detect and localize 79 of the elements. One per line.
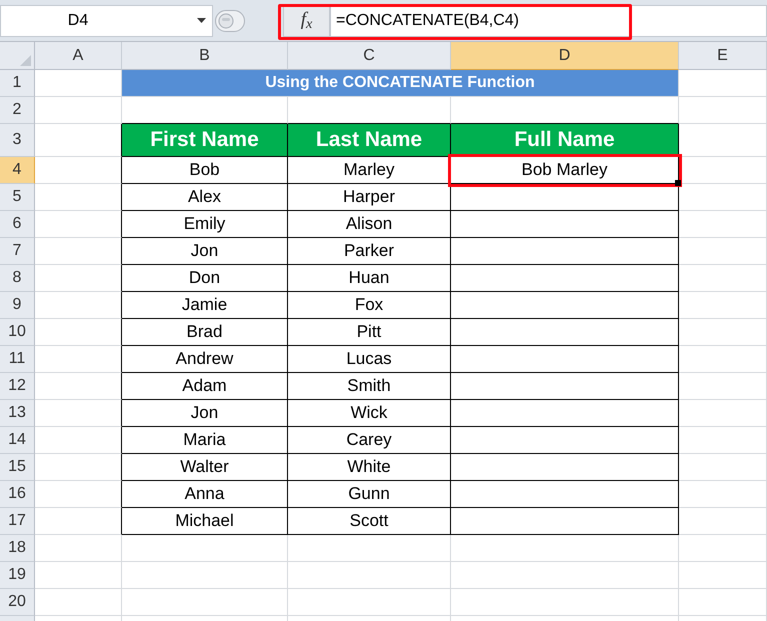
empty-cell[interactable] bbox=[451, 184, 679, 211]
table-cell: Fox bbox=[288, 292, 451, 319]
table-cell: Bob Marley bbox=[451, 157, 679, 184]
insert-function-button[interactable]: f$_{x}$ bbox=[283, 4, 330, 36]
table-cell: Adam bbox=[122, 373, 288, 400]
table-cell: Harper bbox=[288, 184, 451, 211]
caret-icon[interactable] bbox=[197, 18, 206, 23]
column-header[interactable]: E bbox=[679, 42, 767, 70]
table-cell: Jon bbox=[122, 400, 288, 427]
empty-cell[interactable] bbox=[451, 400, 679, 427]
table-cell: Emily bbox=[122, 211, 288, 238]
empty-cell[interactable] bbox=[451, 265, 679, 292]
table-cell: Scott bbox=[288, 508, 451, 535]
table-cell: Alex bbox=[122, 184, 288, 211]
empty-cell[interactable] bbox=[451, 319, 679, 346]
row-header[interactable]: 4 bbox=[0, 157, 35, 184]
row-header[interactable]: 3 bbox=[0, 124, 35, 157]
row-header[interactable]: 1 bbox=[0, 70, 35, 97]
empty-cell[interactable] bbox=[451, 211, 679, 238]
empty-cell[interactable] bbox=[451, 508, 679, 535]
table-cell: Carey bbox=[288, 427, 451, 454]
formula-field[interactable]: =CONCATENATE(B4,C4) bbox=[330, 4, 767, 36]
empty-cell[interactable] bbox=[451, 373, 679, 400]
table-cell: Brad bbox=[122, 319, 288, 346]
select-all-button[interactable] bbox=[0, 42, 35, 70]
row-header[interactable]: 2 bbox=[0, 97, 35, 124]
table-cell: Huan bbox=[288, 265, 451, 292]
row-header[interactable]: 11 bbox=[0, 346, 35, 373]
row-header[interactable]: 20 bbox=[0, 589, 35, 616]
name-box[interactable]: D4 bbox=[0, 4, 213, 36]
triangle-icon bbox=[20, 55, 31, 66]
row-header[interactable]: 19 bbox=[0, 562, 35, 589]
empty-cell[interactable] bbox=[451, 454, 679, 481]
row-header[interactable]: 7 bbox=[0, 238, 35, 265]
table-cell: Anna bbox=[122, 481, 288, 508]
row-header[interactable]: 13 bbox=[0, 400, 35, 427]
column-heading: Last Name bbox=[288, 124, 451, 157]
column-heading: Full Name bbox=[451, 124, 679, 157]
table-cell: Wick bbox=[288, 400, 451, 427]
table-cell: Smith bbox=[288, 373, 451, 400]
empty-cell[interactable] bbox=[451, 346, 679, 373]
empty-cell[interactable] bbox=[451, 427, 679, 454]
row-header[interactable]: 8 bbox=[0, 265, 35, 292]
column-header[interactable]: A bbox=[35, 42, 122, 70]
table-cell: Jon bbox=[122, 238, 288, 265]
table-cell: Gunn bbox=[288, 481, 451, 508]
row-header[interactable]: 18 bbox=[0, 535, 35, 562]
table-cell: Pitt bbox=[288, 319, 451, 346]
column-header[interactable]: B bbox=[122, 42, 288, 70]
table-cell: Maria bbox=[122, 427, 288, 454]
resize-handle-icon[interactable] bbox=[215, 10, 245, 32]
row-header[interactable]: 14 bbox=[0, 427, 35, 454]
table-cell: Don bbox=[122, 265, 288, 292]
empty-cell[interactable] bbox=[451, 292, 679, 319]
row-header[interactable]: 16 bbox=[0, 481, 35, 508]
row-header[interactable]: 9 bbox=[0, 292, 35, 319]
column-header[interactable]: D bbox=[451, 42, 679, 70]
row-header[interactable]: 6 bbox=[0, 211, 35, 238]
table-cell: Michael bbox=[122, 508, 288, 535]
column-header[interactable]: C bbox=[288, 42, 451, 70]
table-cell: Walter bbox=[122, 454, 288, 481]
fill-handle[interactable] bbox=[675, 180, 681, 186]
column-heading: First Name bbox=[122, 124, 288, 157]
table-cell: Marley bbox=[288, 157, 451, 184]
table-cell: Andrew bbox=[122, 346, 288, 373]
table-cell: White bbox=[288, 454, 451, 481]
table-cell: Parker bbox=[288, 238, 451, 265]
row-header[interactable]: 17 bbox=[0, 508, 35, 535]
title-banner: Using the CONCATENATE Function bbox=[122, 70, 679, 97]
row-header[interactable]: 10 bbox=[0, 319, 35, 346]
table-cell: Lucas bbox=[288, 346, 451, 373]
row-header[interactable]: 5 bbox=[0, 184, 35, 211]
empty-cell[interactable] bbox=[451, 481, 679, 508]
table-cell: Alison bbox=[288, 211, 451, 238]
row-header[interactable]: 12 bbox=[0, 373, 35, 400]
row-header[interactable]: 15 bbox=[0, 454, 35, 481]
table-cell: Jamie bbox=[122, 292, 288, 319]
table-cell: Bob bbox=[122, 157, 288, 184]
empty-cell[interactable] bbox=[451, 238, 679, 265]
